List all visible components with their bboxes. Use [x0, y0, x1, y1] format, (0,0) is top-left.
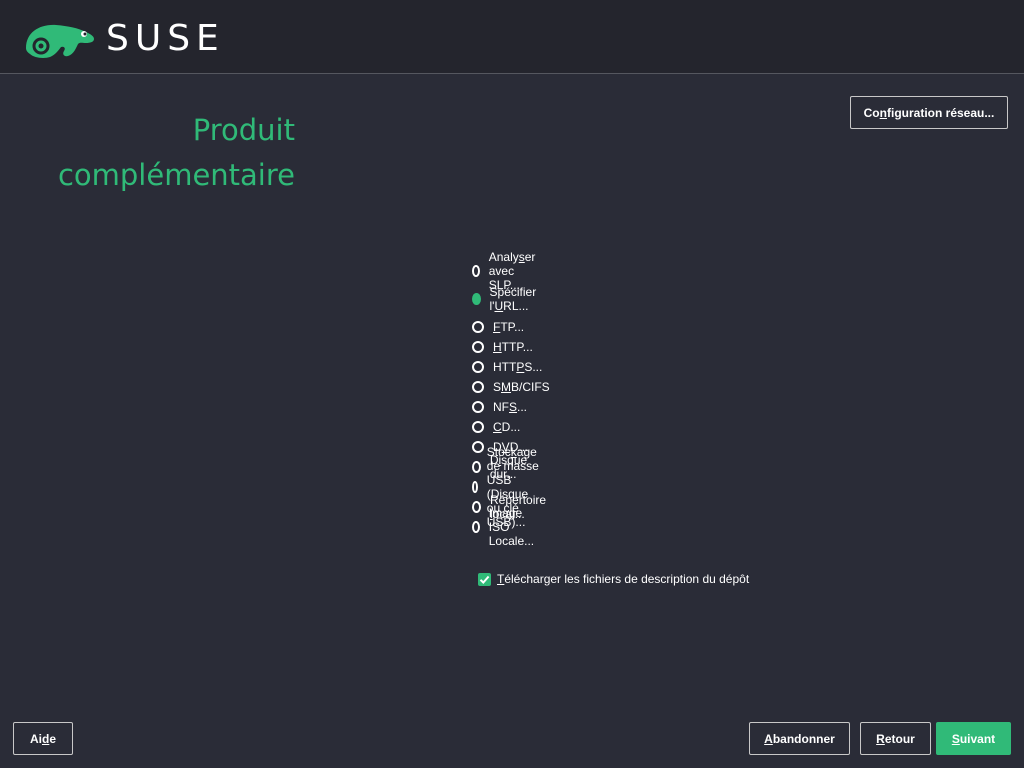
radio-indicator: [472, 361, 484, 373]
next-button[interactable]: Suivant: [936, 722, 1011, 755]
radio-specify-url[interactable]: Spécifier l'URL...: [472, 285, 540, 313]
radio-indicator: [472, 265, 480, 277]
button-label: Configuration réseau...: [863, 105, 995, 120]
radio-indicator: [472, 381, 484, 393]
option-label: SMB/CIFS: [493, 380, 550, 394]
network-configuration-button[interactable]: Configuration réseau...: [850, 96, 1008, 129]
radio-indicator: [472, 321, 484, 333]
help-button[interactable]: Aide: [13, 722, 73, 755]
radio-https[interactable]: HTTPS...: [472, 357, 542, 377]
radio-scan-slp[interactable]: Analyser avec SLP...: [472, 250, 540, 292]
page-title-line-2: complémentaire: [57, 158, 295, 192]
abort-button[interactable]: Abandonner: [749, 722, 850, 755]
checkmark-icon: [479, 575, 490, 584]
radio-ftp[interactable]: FTP...: [472, 317, 524, 337]
option-label: CD...: [493, 420, 521, 434]
radio-indicator: [472, 501, 482, 513]
radio-indicator: [472, 521, 480, 533]
radio-indicator: [472, 401, 484, 413]
option-label: FTP...: [493, 320, 525, 334]
button-label: Suivant: [951, 731, 996, 746]
checkbox-label: Télécharger les fichiers de description …: [497, 572, 750, 586]
radio-indicator: [472, 421, 484, 433]
option-label: HTTP...: [493, 340, 533, 354]
radio-cd[interactable]: CD...: [472, 417, 520, 437]
top-bar: SUSE: [0, 0, 1024, 74]
radio-indicator: [472, 441, 484, 453]
brand-name: SUSE: [106, 18, 225, 59]
chameleon-logo-icon: [26, 24, 94, 58]
radio-http[interactable]: HTTP...: [472, 337, 533, 357]
radio-indicator: [472, 461, 481, 473]
back-button[interactable]: Retour: [860, 722, 931, 755]
suse-logo: SUSE: [24, 18, 225, 60]
radio-indicator-selected: [472, 293, 481, 305]
option-label: HTTPS...: [493, 360, 543, 374]
button-label: Retour: [876, 731, 915, 746]
option-label: Spécifier l'URL...: [489, 285, 537, 313]
page-title-line-1: Produit: [192, 113, 295, 147]
radio-local-iso-image[interactable]: Image ISO Locale...: [472, 506, 538, 548]
button-label: Abandonner: [764, 731, 835, 746]
radio-indicator: [472, 481, 478, 493]
button-label: Aide: [29, 731, 57, 746]
radio-nfs[interactable]: NFS...: [472, 397, 527, 417]
radio-indicator: [472, 341, 484, 353]
option-label: NFS...: [493, 400, 528, 414]
radio-smb-cifs[interactable]: SMB/CIFS: [472, 377, 550, 397]
download-description-files-checkbox[interactable]: Télécharger les fichiers de description …: [478, 572, 749, 586]
page-title: Produit complémentaire: [0, 108, 295, 198]
option-label: Image ISO Locale...: [488, 506, 535, 548]
checkbox-checked: [478, 572, 491, 586]
